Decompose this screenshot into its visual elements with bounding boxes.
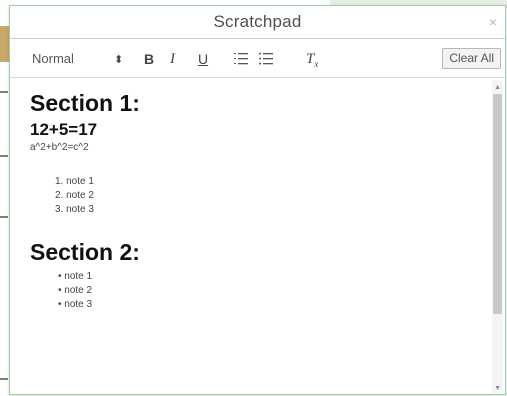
list-item: • note 3 — [58, 299, 93, 310]
background-ruler-tick — [0, 216, 8, 218]
formula-line: a^2+b^2=c^2 — [30, 142, 89, 153]
list-item: • note 1 — [58, 271, 93, 282]
italic-button[interactable]: I — [170, 51, 175, 67]
dialog-titlebar[interactable]: Scratchpad × — [10, 6, 505, 39]
ordered-list-icon[interactable] — [234, 52, 248, 66]
close-icon[interactable]: × — [489, 14, 497, 30]
dialog-title: Scratchpad — [213, 12, 302, 31]
editor-content[interactable]: Section 1: 12+5=17 a^2+b^2=c^2 1. note 1… — [10, 79, 490, 394]
scroll-up-icon[interactable]: ▲ — [494, 84, 501, 91]
editor-toolbar: Normal ⬍ B I U Tx Clear All — [10, 40, 505, 78]
scratchpad-dialog: Scratchpad × Normal ⬍ B I U Tx Clear All… — [9, 5, 506, 395]
bold-button[interactable]: B — [144, 51, 154, 67]
background-ruler-tick — [0, 155, 8, 157]
equation-line: 12+5=17 — [30, 120, 98, 139]
list-item: 1. note 1 — [55, 176, 94, 187]
list-item: • note 2 — [58, 285, 93, 296]
section-2-heading: Section 2: — [30, 239, 140, 265]
scroll-down-icon[interactable]: ▼ — [494, 385, 501, 392]
clear-formatting-button[interactable]: Tx — [306, 51, 318, 72]
list-item: 2. note 2 — [55, 190, 94, 201]
ordered-list: 1. note 1 2. note 2 3. note 3 — [30, 175, 490, 217]
background-ruler-tick — [0, 378, 8, 380]
bullet-list: • note 1 • note 2 • note 3 — [30, 270, 490, 312]
list-item: 3. note 3 — [55, 204, 94, 215]
format-select-arrows-icon[interactable]: ⬍ — [114, 52, 123, 68]
background-ruler-tick — [0, 91, 8, 93]
scrollbar-thumb[interactable] — [493, 94, 502, 314]
clear-all-button[interactable]: Clear All — [442, 48, 501, 69]
background-accent-strip — [0, 26, 9, 62]
format-select[interactable]: Normal — [32, 51, 74, 67]
underline-button[interactable]: U — [198, 51, 208, 67]
section-1-heading: Section 1: — [30, 90, 140, 116]
bullet-list-icon[interactable] — [259, 52, 273, 66]
